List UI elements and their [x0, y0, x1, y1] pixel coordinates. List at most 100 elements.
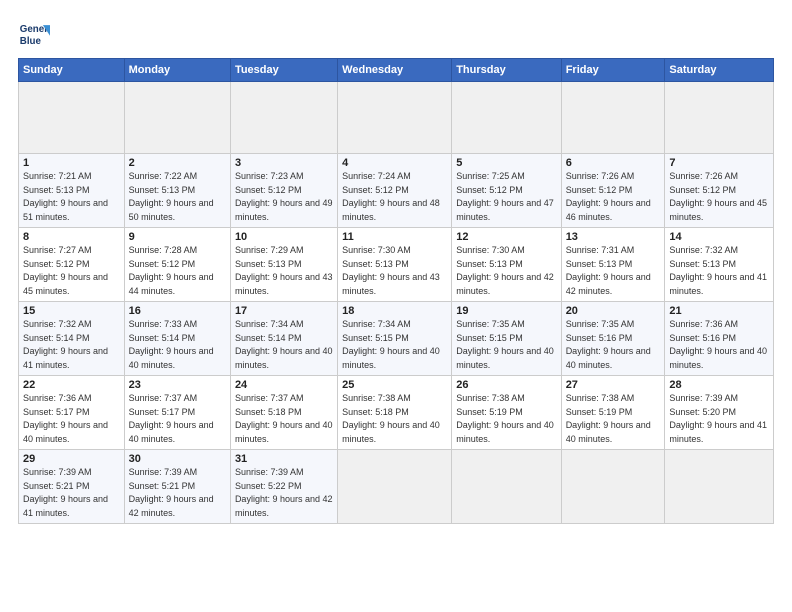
day-info: Sunrise: 7:29 AMSunset: 5:13 PMDaylight:… [235, 244, 333, 298]
day-info: Sunrise: 7:39 AMSunset: 5:21 PMDaylight:… [23, 466, 120, 520]
day-header-wednesday: Wednesday [338, 59, 452, 82]
calendar-cell [230, 82, 337, 154]
day-info: Sunrise: 7:38 AMSunset: 5:18 PMDaylight:… [342, 392, 447, 446]
day-info: Sunrise: 7:30 AMSunset: 5:13 PMDaylight:… [456, 244, 556, 298]
calendar-cell: 29Sunrise: 7:39 AMSunset: 5:21 PMDayligh… [19, 450, 125, 524]
day-number: 3 [235, 157, 333, 169]
calendar-week-row: 29Sunrise: 7:39 AMSunset: 5:21 PMDayligh… [19, 450, 774, 524]
day-header-tuesday: Tuesday [230, 59, 337, 82]
day-number: 14 [669, 231, 769, 243]
day-info: Sunrise: 7:38 AMSunset: 5:19 PMDaylight:… [566, 392, 661, 446]
day-info: Sunrise: 7:33 AMSunset: 5:14 PMDaylight:… [129, 318, 226, 372]
calendar-cell [338, 82, 452, 154]
calendar-week-row [19, 82, 774, 154]
calendar-cell: 11Sunrise: 7:30 AMSunset: 5:13 PMDayligh… [338, 228, 452, 302]
day-info: Sunrise: 7:38 AMSunset: 5:19 PMDaylight:… [456, 392, 556, 446]
day-info: Sunrise: 7:35 AMSunset: 5:15 PMDaylight:… [456, 318, 556, 372]
calendar-cell [452, 82, 561, 154]
day-info: Sunrise: 7:26 AMSunset: 5:12 PMDaylight:… [566, 170, 661, 224]
day-number: 20 [566, 305, 661, 317]
day-info: Sunrise: 7:27 AMSunset: 5:12 PMDaylight:… [23, 244, 120, 298]
calendar-cell: 15Sunrise: 7:32 AMSunset: 5:14 PMDayligh… [19, 302, 125, 376]
day-number: 22 [23, 379, 120, 391]
calendar-cell: 9Sunrise: 7:28 AMSunset: 5:12 PMDaylight… [124, 228, 230, 302]
day-info: Sunrise: 7:37 AMSunset: 5:17 PMDaylight:… [129, 392, 226, 446]
day-number: 5 [456, 157, 556, 169]
page: General Blue SundayMondayTuesdayWednesda… [0, 0, 792, 612]
calendar-cell: 2Sunrise: 7:22 AMSunset: 5:13 PMDaylight… [124, 154, 230, 228]
calendar-cell [19, 82, 125, 154]
day-number: 24 [235, 379, 333, 391]
day-info: Sunrise: 7:36 AMSunset: 5:17 PMDaylight:… [23, 392, 120, 446]
calendar-cell: 25Sunrise: 7:38 AMSunset: 5:18 PMDayligh… [338, 376, 452, 450]
calendar-week-row: 15Sunrise: 7:32 AMSunset: 5:14 PMDayligh… [19, 302, 774, 376]
day-info: Sunrise: 7:34 AMSunset: 5:15 PMDaylight:… [342, 318, 447, 372]
calendar-cell: 22Sunrise: 7:36 AMSunset: 5:17 PMDayligh… [19, 376, 125, 450]
day-number: 17 [235, 305, 333, 317]
day-number: 26 [456, 379, 556, 391]
calendar-week-row: 8Sunrise: 7:27 AMSunset: 5:12 PMDaylight… [19, 228, 774, 302]
day-number: 23 [129, 379, 226, 391]
day-number: 19 [456, 305, 556, 317]
calendar-cell: 16Sunrise: 7:33 AMSunset: 5:14 PMDayligh… [124, 302, 230, 376]
calendar-week-row: 22Sunrise: 7:36 AMSunset: 5:17 PMDayligh… [19, 376, 774, 450]
calendar-cell: 26Sunrise: 7:38 AMSunset: 5:19 PMDayligh… [452, 376, 561, 450]
day-info: Sunrise: 7:21 AMSunset: 5:13 PMDaylight:… [23, 170, 120, 224]
calendar-cell [452, 450, 561, 524]
calendar-cell: 12Sunrise: 7:30 AMSunset: 5:13 PMDayligh… [452, 228, 561, 302]
header: General Blue [18, 18, 774, 50]
day-number: 18 [342, 305, 447, 317]
calendar-cell: 18Sunrise: 7:34 AMSunset: 5:15 PMDayligh… [338, 302, 452, 376]
day-info: Sunrise: 7:31 AMSunset: 5:13 PMDaylight:… [566, 244, 661, 298]
calendar-cell: 14Sunrise: 7:32 AMSunset: 5:13 PMDayligh… [665, 228, 774, 302]
day-number: 6 [566, 157, 661, 169]
day-number: 21 [669, 305, 769, 317]
day-number: 7 [669, 157, 769, 169]
calendar-cell: 30Sunrise: 7:39 AMSunset: 5:21 PMDayligh… [124, 450, 230, 524]
day-number: 13 [566, 231, 661, 243]
day-number: 10 [235, 231, 333, 243]
day-info: Sunrise: 7:22 AMSunset: 5:13 PMDaylight:… [129, 170, 226, 224]
day-info: Sunrise: 7:32 AMSunset: 5:13 PMDaylight:… [669, 244, 769, 298]
day-header-sunday: Sunday [19, 59, 125, 82]
calendar-cell: 20Sunrise: 7:35 AMSunset: 5:16 PMDayligh… [561, 302, 665, 376]
calendar-cell: 1Sunrise: 7:21 AMSunset: 5:13 PMDaylight… [19, 154, 125, 228]
calendar-cell: 10Sunrise: 7:29 AMSunset: 5:13 PMDayligh… [230, 228, 337, 302]
calendar-cell: 5Sunrise: 7:25 AMSunset: 5:12 PMDaylight… [452, 154, 561, 228]
day-info: Sunrise: 7:34 AMSunset: 5:14 PMDaylight:… [235, 318, 333, 372]
day-number: 27 [566, 379, 661, 391]
calendar-cell: 3Sunrise: 7:23 AMSunset: 5:12 PMDaylight… [230, 154, 337, 228]
day-header-saturday: Saturday [665, 59, 774, 82]
day-info: Sunrise: 7:39 AMSunset: 5:21 PMDaylight:… [129, 466, 226, 520]
day-info: Sunrise: 7:32 AMSunset: 5:14 PMDaylight:… [23, 318, 120, 372]
day-number: 31 [235, 453, 333, 465]
day-info: Sunrise: 7:39 AMSunset: 5:22 PMDaylight:… [235, 466, 333, 520]
calendar-cell: 21Sunrise: 7:36 AMSunset: 5:16 PMDayligh… [665, 302, 774, 376]
calendar-cell: 27Sunrise: 7:38 AMSunset: 5:19 PMDayligh… [561, 376, 665, 450]
calendar-cell [665, 450, 774, 524]
calendar-cell: 13Sunrise: 7:31 AMSunset: 5:13 PMDayligh… [561, 228, 665, 302]
day-number: 4 [342, 157, 447, 169]
day-number: 16 [129, 305, 226, 317]
calendar-cell: 23Sunrise: 7:37 AMSunset: 5:17 PMDayligh… [124, 376, 230, 450]
day-info: Sunrise: 7:24 AMSunset: 5:12 PMDaylight:… [342, 170, 447, 224]
calendar-cell: 4Sunrise: 7:24 AMSunset: 5:12 PMDaylight… [338, 154, 452, 228]
day-number: 28 [669, 379, 769, 391]
calendar-header-row: SundayMondayTuesdayWednesdayThursdayFrid… [19, 59, 774, 82]
calendar-cell: 24Sunrise: 7:37 AMSunset: 5:18 PMDayligh… [230, 376, 337, 450]
day-info: Sunrise: 7:39 AMSunset: 5:20 PMDaylight:… [669, 392, 769, 446]
day-header-monday: Monday [124, 59, 230, 82]
day-number: 9 [129, 231, 226, 243]
day-info: Sunrise: 7:25 AMSunset: 5:12 PMDaylight:… [456, 170, 556, 224]
calendar-cell: 31Sunrise: 7:39 AMSunset: 5:22 PMDayligh… [230, 450, 337, 524]
day-number: 15 [23, 305, 120, 317]
day-info: Sunrise: 7:30 AMSunset: 5:13 PMDaylight:… [342, 244, 447, 298]
calendar-table: SundayMondayTuesdayWednesdayThursdayFrid… [18, 58, 774, 524]
day-number: 11 [342, 231, 447, 243]
calendar-week-row: 1Sunrise: 7:21 AMSunset: 5:13 PMDaylight… [19, 154, 774, 228]
calendar-cell [124, 82, 230, 154]
svg-text:Blue: Blue [20, 36, 42, 47]
day-info: Sunrise: 7:35 AMSunset: 5:16 PMDaylight:… [566, 318, 661, 372]
day-header-thursday: Thursday [452, 59, 561, 82]
day-number: 8 [23, 231, 120, 243]
